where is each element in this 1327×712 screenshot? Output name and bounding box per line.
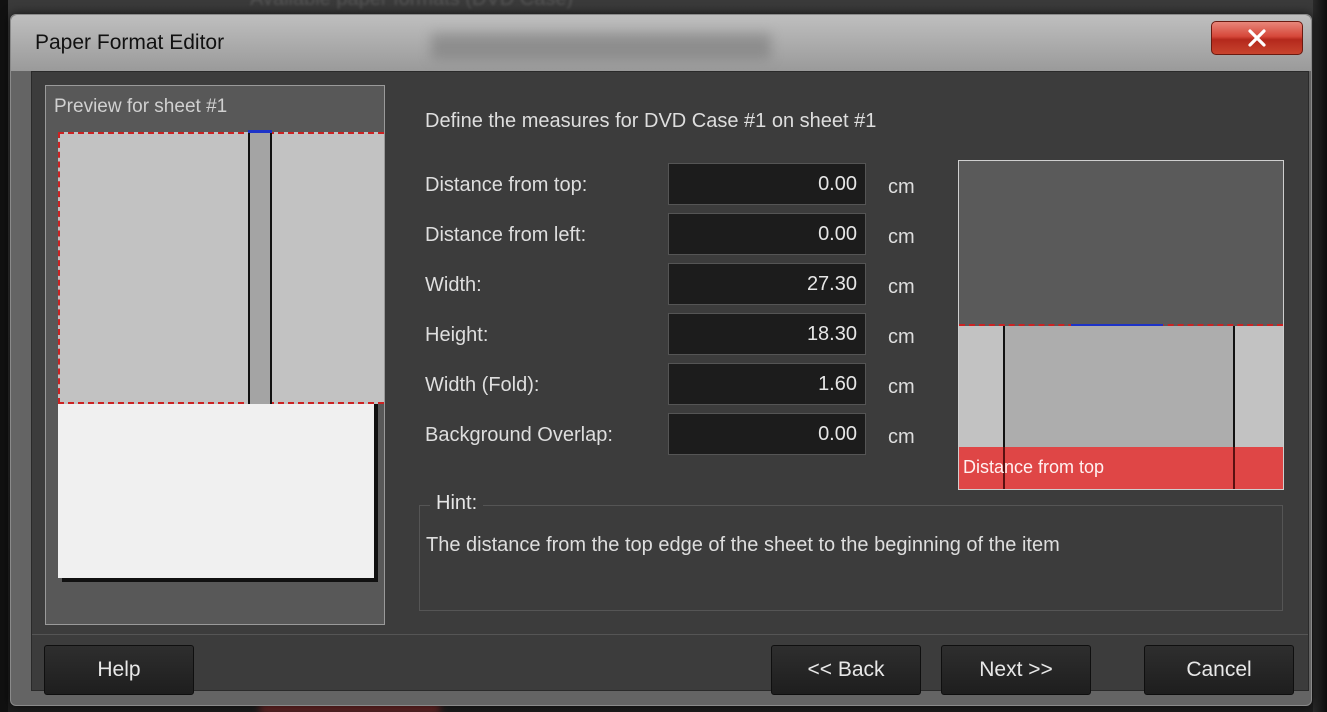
- height-label: Height:: [425, 324, 489, 346]
- fold-spine: [248, 132, 272, 404]
- width-fold-field[interactable]: 1.60: [668, 363, 866, 405]
- distance-from-left-unit: cm: [888, 226, 915, 248]
- height-unit: cm: [888, 326, 915, 348]
- distance-from-left-field[interactable]: 0.00: [668, 213, 866, 255]
- dialog-client-area: Preview for sheet #1 Define the measures…: [31, 71, 1309, 695]
- next-button[interactable]: Next >>: [941, 645, 1091, 695]
- sheet-preview-panel: Preview for sheet #1: [45, 85, 385, 625]
- background-edge-right: [1313, 0, 1327, 712]
- cancel-button[interactable]: Cancel: [1144, 645, 1294, 695]
- distance-from-left-label: Distance from left:: [425, 224, 587, 246]
- sheet-preview: [58, 130, 384, 582]
- measure-diagram: Distance from top: [958, 160, 1284, 490]
- diagram-caption: Distance from top: [963, 457, 1105, 477]
- hint-group: Hint: The distance from the top edge of …: [419, 492, 1283, 611]
- width-unit: cm: [888, 276, 915, 298]
- width-fold-unit: cm: [888, 376, 915, 398]
- width-fold-label: Width (Fold):: [425, 374, 540, 396]
- distance-from-top-unit: cm: [888, 176, 915, 198]
- hint-text: The distance from the top edge of the sh…: [426, 534, 1060, 556]
- close-button[interactable]: [1211, 21, 1303, 55]
- button-separator: [32, 634, 1308, 635]
- distance-from-top-field[interactable]: 0.00: [668, 163, 866, 205]
- close-x-icon: [1248, 29, 1266, 47]
- dvd-case-item-area: [58, 132, 384, 404]
- title-bar-glare: [431, 33, 771, 59]
- paper-format-editor-window: Paper Format Editor Preview for sheet #1…: [10, 14, 1312, 706]
- diagram-fold-marker: [1071, 324, 1163, 326]
- diagram-bar-line-right: [1233, 447, 1235, 489]
- hint-title: Hint:: [430, 492, 484, 515]
- height-field[interactable]: 18.30: [668, 313, 866, 355]
- distance-from-top-label: Distance from top:: [425, 174, 588, 196]
- background-overlap-field[interactable]: 0.00: [668, 413, 866, 455]
- width-label: Width:: [425, 274, 482, 296]
- window-title: Paper Format Editor: [35, 31, 225, 54]
- fold-marker: [248, 130, 272, 133]
- background-edge-left: [0, 0, 8, 712]
- title-bar[interactable]: Paper Format Editor: [11, 15, 1311, 71]
- background-overlap-label: Background Overlap:: [425, 424, 613, 446]
- background-overlap-unit: cm: [888, 426, 915, 448]
- preview-label: Preview for sheet #1: [54, 96, 228, 117]
- background-window-title: Available paper formats (DVD Case): [250, 0, 670, 10]
- form-heading: Define the measures for DVD Case #1 on s…: [425, 110, 877, 132]
- help-button[interactable]: Help: [44, 645, 194, 695]
- back-button[interactable]: << Back: [771, 645, 921, 695]
- width-field[interactable]: 27.30: [668, 263, 866, 305]
